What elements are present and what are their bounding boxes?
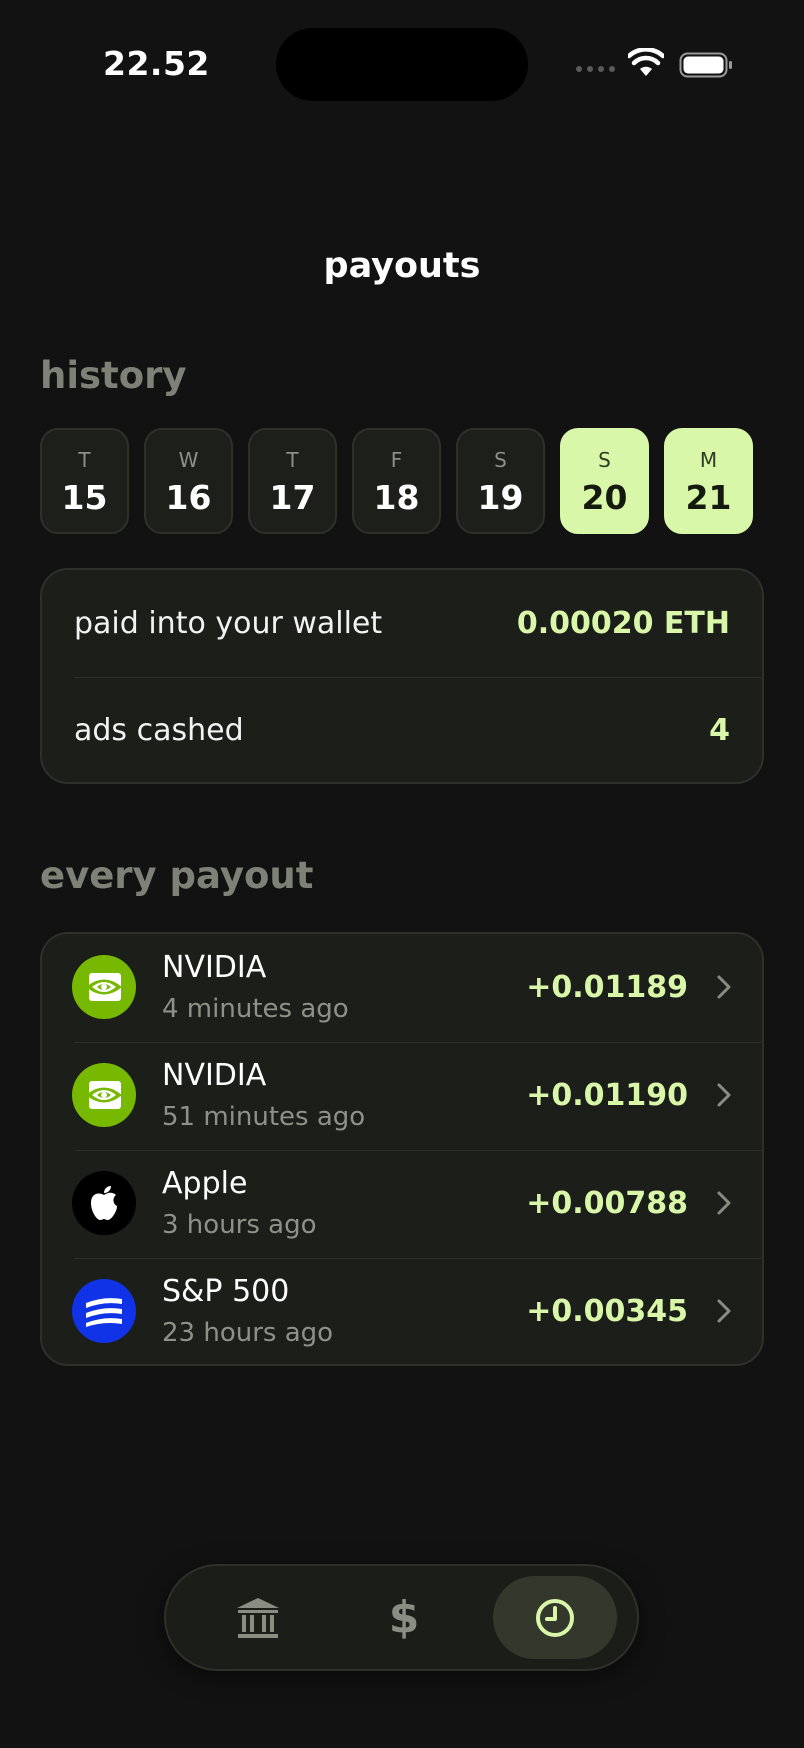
battery-icon	[679, 52, 732, 78]
day-letter: F	[390, 448, 403, 472]
payout-amount: +0.01190	[526, 1078, 688, 1113]
day-number: 16	[165, 478, 212, 517]
sp500-logo-icon	[72, 1279, 136, 1343]
day-chip-15[interactable]: T 15	[40, 428, 129, 534]
ads-row: ads cashed 4	[74, 677, 730, 784]
payout-time: 23 hours ago	[162, 1318, 334, 1348]
ads-label: ads cashed	[74, 713, 244, 748]
day-number: 17	[269, 478, 316, 517]
every-payout-heading: every payout	[40, 854, 314, 897]
payout-row[interactable]: NVIDIA 4 minutes ago +0.01189	[42, 934, 762, 1042]
tab-bar: $	[164, 1564, 639, 1671]
payout-row[interactable]: S&P 500 23 hours ago +0.00345	[42, 1258, 762, 1364]
wallet-label: paid into your wallet	[74, 606, 383, 641]
payout-row[interactable]: NVIDIA 51 minutes ago +0.01190	[42, 1042, 762, 1150]
day-letter: S	[494, 448, 507, 472]
wallet-row: paid into your wallet 0.00020 ETH	[74, 570, 730, 677]
day-number: 21	[685, 478, 732, 517]
day-number: 20	[581, 478, 628, 517]
payout-name: NVIDIA	[162, 950, 267, 985]
day-letter: W	[178, 448, 199, 472]
tab-bank[interactable]	[196, 1576, 320, 1659]
payout-amount: +0.00788	[526, 1186, 688, 1221]
tab-dollar[interactable]: $	[342, 1576, 466, 1659]
bank-icon	[237, 1597, 279, 1638]
day-letter: M	[699, 448, 718, 472]
day-chip-18[interactable]: F 18	[352, 428, 441, 534]
chevron-right-icon	[717, 1083, 731, 1107]
nvidia-logo-icon	[72, 1063, 136, 1127]
day-number: 15	[61, 478, 108, 517]
day-letter: T	[78, 448, 91, 472]
day-letter: T	[286, 448, 299, 472]
clock-icon	[536, 1598, 574, 1637]
payout-time: 51 minutes ago	[162, 1102, 366, 1132]
wifi-icon	[628, 48, 664, 76]
payout-list: NVIDIA 4 minutes ago +0.01189 NVIDIA 51 …	[40, 932, 764, 1366]
ads-value: 4	[709, 713, 730, 748]
wallet-value: 0.00020 ETH	[516, 606, 730, 641]
payout-time: 4 minutes ago	[162, 994, 349, 1024]
payout-name: Apple	[162, 1166, 248, 1201]
day-number: 18	[373, 478, 420, 517]
chevron-right-icon	[717, 1299, 731, 1323]
day-number: 19	[477, 478, 524, 517]
payout-name: NVIDIA	[162, 1058, 267, 1093]
day-chip-17[interactable]: T 17	[248, 428, 337, 534]
payout-amount: +0.01189	[526, 970, 688, 1005]
day-chip-16[interactable]: W 16	[144, 428, 233, 534]
payout-name: S&P 500	[162, 1274, 290, 1309]
apple-logo-icon	[72, 1171, 136, 1235]
tab-history[interactable]	[493, 1576, 617, 1659]
chevron-right-icon	[717, 975, 731, 999]
cellular-signal-icon	[576, 66, 615, 72]
status-bar: 22.52	[0, 0, 804, 130]
payout-row[interactable]: Apple 3 hours ago +0.00788	[42, 1150, 762, 1258]
payout-amount: +0.00345	[526, 1294, 688, 1329]
nvidia-logo-icon	[72, 955, 136, 1019]
dollar-icon: $	[388, 1592, 420, 1643]
day-chip-20[interactable]: S 20	[560, 428, 649, 534]
status-time: 22.52	[103, 44, 210, 83]
page-title: payouts	[323, 246, 481, 286]
chevron-right-icon	[717, 1191, 731, 1215]
day-chip-21[interactable]: M 21	[664, 428, 753, 534]
history-heading: history	[40, 354, 187, 397]
payout-time: 3 hours ago	[162, 1210, 317, 1240]
dynamic-island	[276, 28, 528, 101]
day-chip-19[interactable]: S 19	[456, 428, 545, 534]
day-selector: T 15 W 16 T 17 F 18 S 19 S 20 M 21	[40, 428, 753, 534]
day-letter: S	[598, 448, 611, 472]
summary-card: paid into your wallet 0.00020 ETH ads ca…	[40, 568, 764, 784]
